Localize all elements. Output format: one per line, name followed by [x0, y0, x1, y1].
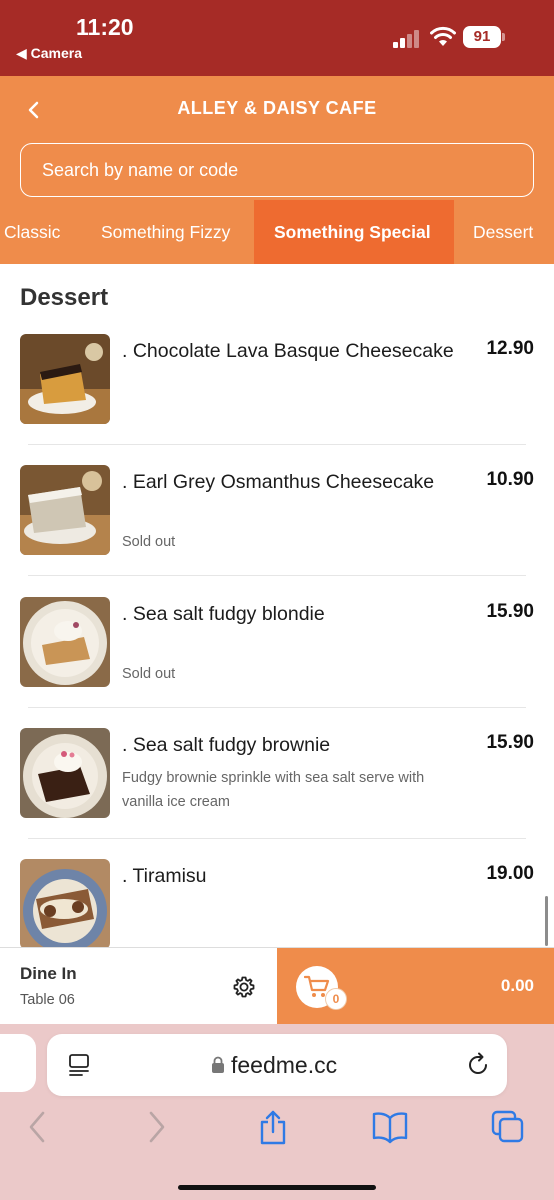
item-name: . Sea salt fudgy blondie	[122, 603, 325, 625]
forward-arrow-icon[interactable]	[146, 1110, 168, 1144]
divider	[28, 838, 526, 839]
item-price: 19.00	[486, 863, 534, 884]
divider	[28, 575, 526, 576]
previous-tab-preview[interactable]	[0, 1034, 36, 1092]
divider	[28, 444, 526, 445]
lock-icon	[212, 1056, 224, 1073]
item-photo	[20, 465, 110, 555]
item-price: 15.90	[486, 732, 534, 753]
menu-item[interactable]: . Earl Grey Osmanthus Cheesecake 10.90 S…	[0, 465, 554, 596]
gear-icon[interactable]	[232, 975, 256, 999]
menu-item[interactable]: . Sea salt fudgy blondie 15.90 Sold out	[0, 597, 554, 728]
item-photo	[20, 334, 110, 424]
item-price: 12.90	[486, 338, 534, 359]
item-price: 15.90	[486, 601, 534, 622]
url-text: feedme.cc	[231, 1052, 338, 1078]
menu-item[interactable]: . Sea salt fudgy brownie 15.90 Fudgy bro…	[0, 728, 554, 859]
item-price: 10.90	[486, 469, 534, 490]
dine-mode-label: Dine In	[20, 964, 77, 983]
category-tabs: Classic Something Fizzy Something Specia…	[0, 200, 554, 264]
item-name: . Chocolate Lava Basque Cheesecake	[122, 340, 454, 362]
cart-total: 0.00	[500, 976, 534, 995]
menu-list: Dessert . Chocolate Lava Basque Cheeseca…	[0, 264, 554, 948]
home-indicator	[178, 1185, 376, 1190]
tab-classic[interactable]: Classic	[4, 200, 60, 264]
status-time: 11:20	[76, 14, 134, 40]
status-bar: 11:20 ◀ Camera 91	[0, 0, 554, 76]
cart-button[interactable]: 0 0.00	[277, 948, 554, 1025]
dine-in-panel[interactable]: Dine In Table 06	[0, 948, 277, 1025]
back-to-camera-link[interactable]: ◀ Camera	[16, 45, 82, 62]
order-bar: Dine In Table 06 0 0.00	[0, 947, 554, 1025]
item-name: . Tiramisu	[122, 865, 207, 887]
sold-out-label: Sold out	[122, 534, 176, 550]
item-photo	[20, 728, 110, 818]
menu-item[interactable]: . Chocolate Lava Basque Cheesecake 12.90	[0, 334, 554, 465]
battery-icon: 91	[463, 26, 505, 48]
table-label: Table 06	[20, 992, 75, 1008]
wifi-icon	[430, 26, 456, 46]
menu-item[interactable]: . Tiramisu 19.00	[0, 859, 554, 948]
reader-mode-icon[interactable]	[68, 1053, 90, 1077]
section-title: Dessert	[20, 284, 109, 311]
tab-dessert[interactable]: Dessert	[473, 200, 533, 264]
search-input[interactable]: Search by name or code	[20, 143, 534, 197]
app-header: ALLEY & DAISY CAFE Search by name or cod…	[0, 76, 554, 264]
sold-out-label: Sold out	[122, 666, 176, 682]
browser-toolbar: feedme.cc	[0, 1024, 554, 1200]
item-description: Fudgy brownie sprinkle with sea salt ser…	[122, 770, 425, 810]
tabs-icon[interactable]	[491, 1110, 525, 1144]
cellular-signal-icon	[393, 30, 421, 48]
tab-something-fizzy[interactable]: Something Fizzy	[101, 200, 230, 264]
share-icon[interactable]	[258, 1110, 288, 1146]
address-bar[interactable]: feedme.cc	[47, 1034, 507, 1096]
page-title: ALLEY & DAISY CAFE	[177, 98, 377, 118]
cart-count-badge: 0	[325, 988, 347, 1010]
bookmarks-icon[interactable]	[372, 1110, 408, 1144]
reload-icon[interactable]	[465, 1052, 491, 1078]
item-photo	[20, 859, 110, 948]
back-arrow-icon[interactable]	[26, 1110, 48, 1144]
item-name: . Sea salt fudgy brownie	[122, 734, 331, 756]
divider	[28, 707, 526, 708]
tab-something-special[interactable]: Something Special	[254, 200, 454, 264]
item-name: . Earl Grey Osmanthus Cheesecake	[122, 471, 435, 493]
item-photo	[20, 597, 110, 687]
scrollbar[interactable]	[545, 896, 548, 946]
battery-level: 91	[463, 26, 501, 48]
